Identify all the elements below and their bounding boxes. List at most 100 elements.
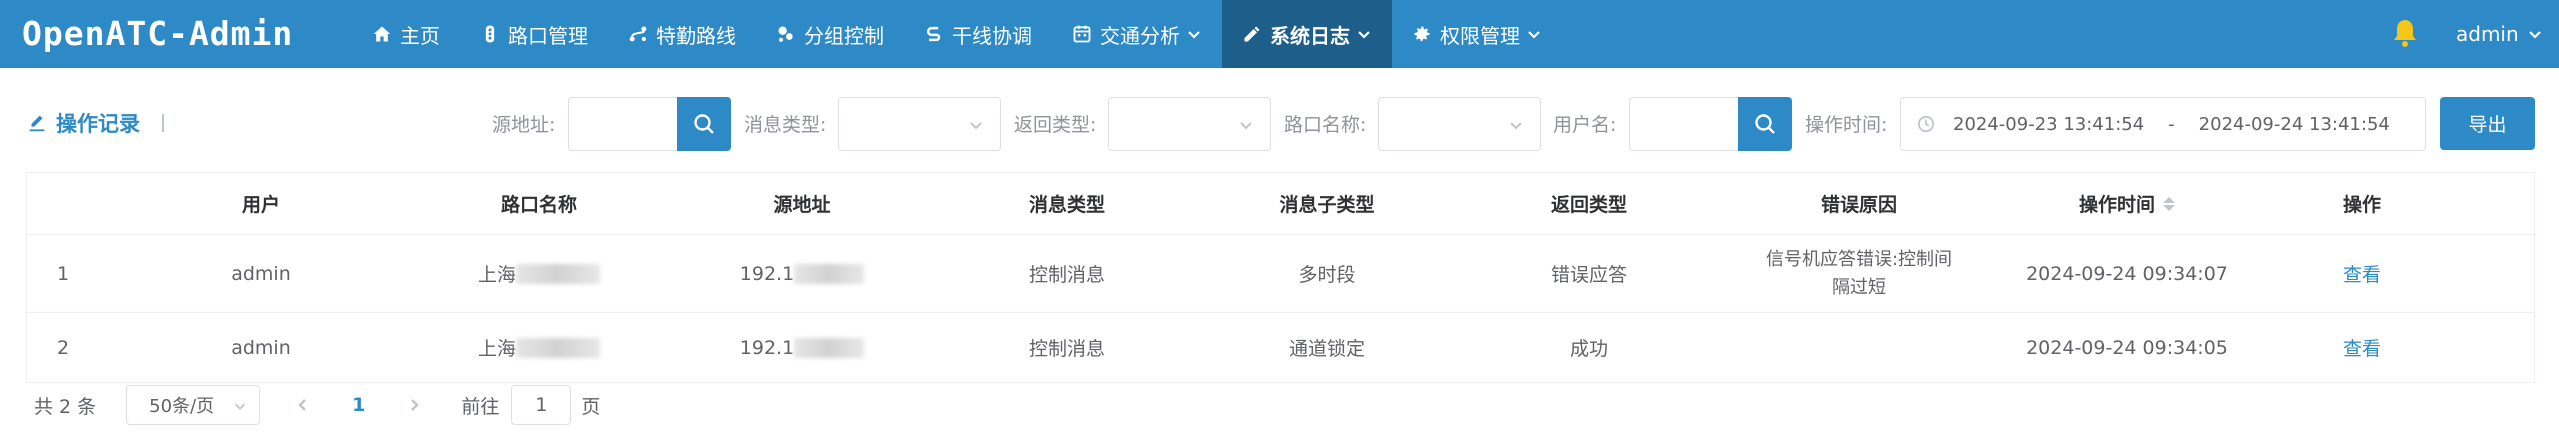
nav-item-home[interactable]: 主页 xyxy=(352,0,460,68)
cell-crossing: 上海 xyxy=(439,313,639,382)
redacted-text xyxy=(794,263,865,284)
nav-item-label: 权限管理 xyxy=(1440,23,1520,48)
view-link[interactable]: 查看 xyxy=(2343,260,2381,287)
app-brand: OpenATC-Admin xyxy=(22,14,294,53)
table-header: 用户 路口名称 源地址 消息类型 消息子类型 返回类型 错误原因 操作时间 操作 xyxy=(27,173,2534,235)
page-title: 操作记录 xyxy=(56,112,140,136)
export-button[interactable]: 导出 xyxy=(2440,97,2535,150)
page-header: 操作记录 xyxy=(26,108,164,138)
chevron-down-icon xyxy=(1240,122,1252,130)
nav-item-label: 交通分析 xyxy=(1100,23,1180,48)
goto-label: 前往 xyxy=(461,395,500,418)
traffic-light-icon xyxy=(485,25,495,43)
chevron-left-icon[interactable] xyxy=(296,398,310,412)
nav-item-system-log[interactable]: 系统日志 xyxy=(1222,0,1392,68)
sort-icon[interactable] xyxy=(2163,196,2175,211)
cell-msg-subtype: 多时段 xyxy=(1298,264,1356,286)
username-input[interactable] xyxy=(1629,97,1739,151)
cell-error-text: 信号机应答错误:控制间隔过短 xyxy=(1765,248,1953,298)
search-icon xyxy=(694,114,714,134)
main-nav: 主页 路口管理 特勤路线 分组控制 干线协调 交通分析 系统日志 权限管理 xyxy=(352,0,1562,68)
source-search-button[interactable] xyxy=(677,97,731,151)
source-address-input[interactable] xyxy=(568,97,678,151)
coordination-icon xyxy=(927,26,941,42)
operation-time-label: 操作时间: xyxy=(1805,114,1888,136)
cell-crossing-text: 上海 xyxy=(477,338,516,360)
column-msg-type: 消息类型 xyxy=(1028,194,1105,216)
column-action: 操作 xyxy=(2342,194,2381,216)
cell-msg-type: 控制消息 xyxy=(1028,338,1105,360)
cell-error: 信号机应答错误:控制间隔过短 xyxy=(1759,235,1959,312)
cell-return-type: 错误应答 xyxy=(1550,264,1627,286)
search-icon xyxy=(1755,114,1775,134)
cell-action: 查看 xyxy=(2287,313,2437,382)
chevron-right-icon[interactable] xyxy=(407,398,421,412)
home-icon xyxy=(373,26,391,42)
chevron-down-icon xyxy=(1358,31,1370,39)
column-user: 用户 xyxy=(241,194,280,216)
operation-log-table: 用户 路口名称 源地址 消息类型 消息子类型 返回类型 错误原因 操作时间 操作… xyxy=(26,172,2535,383)
cell-msg-subtype: 通道锁定 xyxy=(1288,338,1365,360)
operation-time-range[interactable]: 2024-09-23 13:41:54 - 2024-09-24 13:41:5… xyxy=(1900,97,2426,151)
row-index: 1 xyxy=(57,262,70,285)
column-msg-subtype: 消息子类型 xyxy=(1279,194,1375,216)
nav-item-vip-route[interactable]: 特勤路线 xyxy=(608,0,756,68)
title-divider xyxy=(162,114,164,132)
column-time[interactable]: 操作时间 xyxy=(2007,173,2247,234)
route-icon xyxy=(629,26,647,42)
current-page[interactable]: 1 xyxy=(352,394,365,416)
analysis-icon xyxy=(1073,25,1091,43)
bell-icon[interactable] xyxy=(2392,18,2418,48)
nav-item-label: 分组控制 xyxy=(804,23,884,48)
chevron-down-icon xyxy=(1510,122,1522,130)
column-error: 错误原因 xyxy=(1820,194,1897,216)
crossing-name-select[interactable] xyxy=(1378,97,1541,151)
time-end[interactable]: 2024-09-24 13:41:54 xyxy=(2199,114,2390,135)
time-start[interactable]: 2024-09-23 13:41:54 xyxy=(1953,114,2144,135)
view-link[interactable]: 查看 xyxy=(2343,334,2381,361)
column-time-label: 操作时间 xyxy=(2078,194,2155,216)
gear-icon xyxy=(1414,26,1430,42)
pagination: 共 2 条 50条/页 1 前往 1 页 xyxy=(26,385,600,425)
return-type-select[interactable] xyxy=(1108,97,1271,151)
cell-error xyxy=(1759,313,1959,382)
redacted-text xyxy=(794,337,865,358)
username-search-button[interactable] xyxy=(1738,97,1792,151)
cell-user: admin xyxy=(231,336,291,359)
cell-crossing: 上海 xyxy=(439,235,639,312)
column-return-type: 返回类型 xyxy=(1550,194,1627,216)
redacted-text xyxy=(516,263,600,284)
goto-page-value: 1 xyxy=(535,394,548,416)
cell-action: 查看 xyxy=(2287,235,2437,312)
nav-item-traffic-analysis[interactable]: 交通分析 xyxy=(1052,0,1222,68)
page-size-select[interactable]: 50条/页 xyxy=(126,385,261,425)
nav-item-permission[interactable]: 权限管理 xyxy=(1392,0,1562,68)
table-row: 2 admin 上海 192.1 控制消息 通道锁定 成功 2024-09-24… xyxy=(27,313,2534,383)
cell-source-text: 192.1 xyxy=(739,336,795,359)
chevron-down-icon xyxy=(970,122,982,130)
top-navigation-bar: OpenATC-Admin 主页 路口管理 特勤路线 分组控制 干线协调 交通分… xyxy=(0,0,2559,68)
nav-item-arterial[interactable]: 干线协调 xyxy=(904,0,1052,68)
goto-page-input[interactable]: 1 xyxy=(511,385,572,425)
cell-msg-type: 控制消息 xyxy=(1028,264,1105,286)
group-icon xyxy=(778,26,793,42)
nav-item-crossing[interactable]: 路口管理 xyxy=(460,0,608,68)
row-index: 2 xyxy=(57,336,70,359)
message-type-label: 消息类型: xyxy=(744,114,827,136)
cell-user: admin xyxy=(231,262,291,285)
message-type-select[interactable] xyxy=(838,97,1001,151)
user-menu[interactable]: admin xyxy=(2456,0,2543,68)
cell-source: 192.1 xyxy=(702,313,902,382)
chevron-down-icon xyxy=(235,403,246,410)
nav-item-label: 主页 xyxy=(400,23,440,48)
total-count: 共 2 条 xyxy=(34,395,97,418)
clock-icon xyxy=(1917,115,1935,133)
nav-item-label: 路口管理 xyxy=(508,23,588,48)
redacted-text xyxy=(516,337,600,358)
source-address-label: 源地址: xyxy=(492,114,556,136)
cell-return-type: 成功 xyxy=(1569,338,1608,360)
nav-item-label: 特勤路线 xyxy=(656,23,736,48)
nav-item-group-control[interactable]: 分组控制 xyxy=(756,0,904,68)
column-source: 源地址 xyxy=(773,194,831,216)
page-size-value: 50条/页 xyxy=(149,396,215,417)
